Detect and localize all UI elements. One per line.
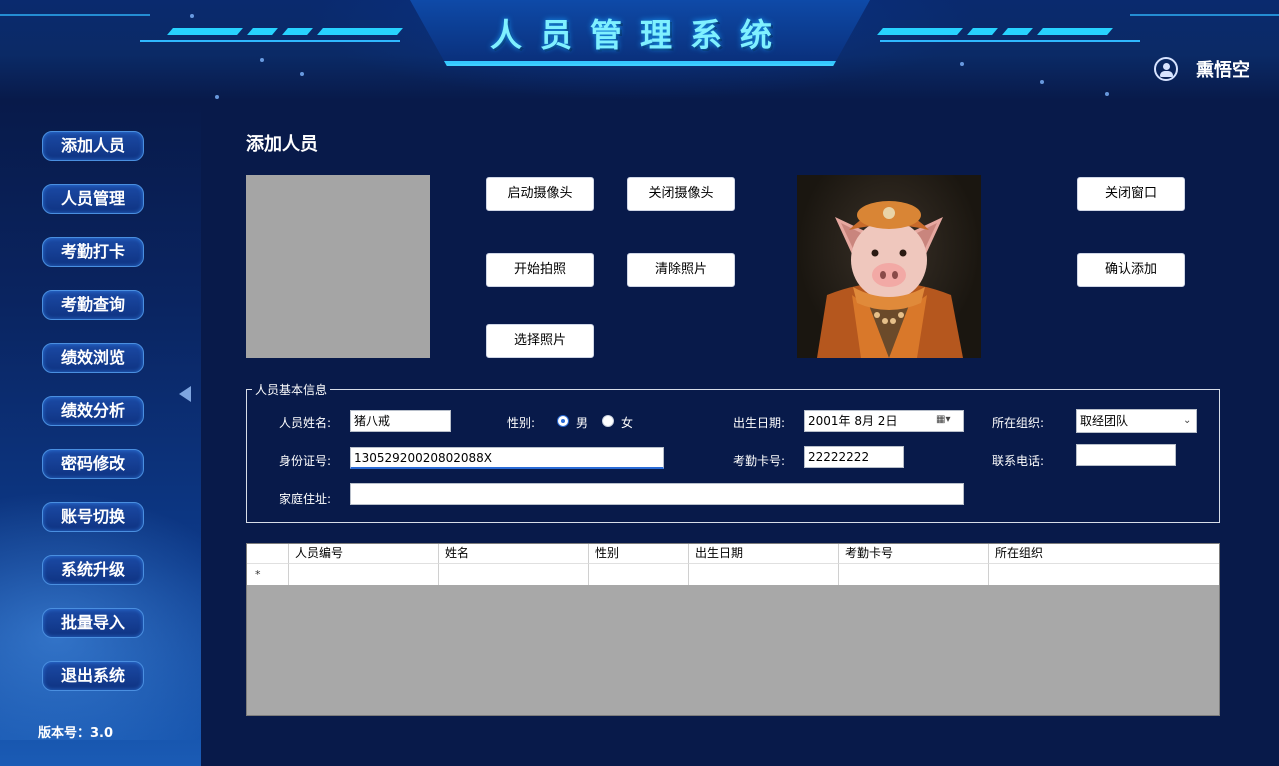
camera-preview bbox=[246, 175, 430, 358]
sidebar-item-system-upgrade[interactable]: 系统升级 bbox=[42, 555, 144, 585]
id-number-field[interactable]: 13052920020802088X bbox=[350, 447, 664, 469]
org-label: 所在组织: bbox=[992, 416, 1045, 430]
gender-male-radio[interactable] bbox=[557, 415, 569, 427]
basic-info-group-title: 人员基本信息 bbox=[252, 381, 331, 398]
row-header-corner bbox=[247, 544, 288, 563]
close-camera-button[interactable]: 关闭摄像头 bbox=[627, 177, 735, 211]
gender-label: 性别: bbox=[507, 416, 536, 430]
table-row-new[interactable]: * bbox=[247, 563, 1219, 585]
table-cell[interactable] bbox=[838, 563, 988, 585]
take-photo-button[interactable]: 开始拍照 bbox=[486, 253, 594, 287]
table-cell[interactable] bbox=[288, 563, 438, 585]
gender-female-radio[interactable] bbox=[602, 415, 614, 427]
address-field[interactable] bbox=[350, 483, 964, 505]
user-name: 熏悟空 bbox=[1196, 60, 1250, 81]
column-header[interactable]: 性别 bbox=[588, 544, 688, 563]
phone-field[interactable] bbox=[1076, 444, 1176, 466]
sidebar-item-performance-browse[interactable]: 绩效浏览 bbox=[42, 343, 144, 373]
table-cell[interactable] bbox=[438, 563, 588, 585]
table-cell[interactable] bbox=[688, 563, 838, 585]
confirm-add-button[interactable]: 确认添加 bbox=[1077, 253, 1185, 287]
table-cell[interactable] bbox=[588, 563, 688, 585]
person-photo bbox=[797, 175, 981, 358]
column-header[interactable]: 出生日期 bbox=[688, 544, 838, 563]
version-label: 版本号：3.0 bbox=[38, 726, 114, 741]
chevron-down-icon[interactable]: ⌄ bbox=[1183, 415, 1191, 426]
birth-date-value: 2001年 8月 2日 bbox=[808, 414, 898, 428]
table-header: 人员编号 姓名 性别 出生日期 考勤卡号 所在组织 bbox=[247, 544, 1219, 564]
gender-female-label: 女 bbox=[621, 416, 634, 430]
collapse-sidebar-icon[interactable] bbox=[179, 386, 191, 402]
column-header[interactable]: 考勤卡号 bbox=[838, 544, 988, 563]
name-label: 人员姓名: bbox=[279, 416, 332, 430]
start-camera-button[interactable]: 启动摄像头 bbox=[486, 177, 594, 211]
attendance-card-label: 考勤卡号: bbox=[733, 454, 786, 468]
gender-male-label: 男 bbox=[576, 416, 589, 430]
sidebar: 添加人员 人员管理 考勤打卡 考勤查询 绩效浏览 绩效分析 密码修改 账号切换 … bbox=[0, 100, 201, 766]
app-title: 人员管理系统 bbox=[489, 16, 790, 54]
phone-label: 联系电话: bbox=[992, 454, 1045, 468]
select-photo-button[interactable]: 选择照片 bbox=[486, 324, 594, 358]
calendar-icon[interactable]: ▦▾ bbox=[936, 414, 950, 425]
row-header[interactable]: * bbox=[247, 563, 288, 585]
table-cell[interactable] bbox=[988, 563, 1219, 585]
attendance-card-field[interactable]: 22222222 bbox=[804, 446, 904, 468]
page-title: 添加人员 bbox=[246, 134, 318, 155]
column-header[interactable]: 姓名 bbox=[438, 544, 588, 563]
org-select-value: 取经团队 bbox=[1080, 414, 1129, 428]
column-header[interactable]: 所在组织 bbox=[988, 544, 1219, 563]
sidebar-item-performance-analysis[interactable]: 绩效分析 bbox=[42, 396, 144, 426]
id-number-label: 身份证号: bbox=[279, 454, 332, 468]
sidebar-item-exit[interactable]: 退出系统 bbox=[42, 661, 144, 691]
birth-date-label: 出生日期: bbox=[733, 416, 786, 430]
sidebar-item-account-switch[interactable]: 账号切换 bbox=[42, 502, 144, 532]
close-window-button[interactable]: 关闭窗口 bbox=[1077, 177, 1185, 211]
sidebar-item-attendance-query[interactable]: 考勤查询 bbox=[42, 290, 144, 320]
new-row-marker: * bbox=[255, 568, 261, 581]
sidebar-item-person-manage[interactable]: 人员管理 bbox=[42, 184, 144, 214]
address-label: 家庭住址: bbox=[279, 492, 332, 506]
user-avatar-icon[interactable] bbox=[1154, 57, 1178, 81]
column-header[interactable]: 人员编号 bbox=[288, 544, 438, 563]
org-select[interactable]: 取经团队 bbox=[1076, 409, 1197, 433]
sidebar-item-batch-import[interactable]: 批量导入 bbox=[42, 608, 144, 638]
sidebar-item-password-change[interactable]: 密码修改 bbox=[42, 449, 144, 479]
sidebar-item-attendance-punch[interactable]: 考勤打卡 bbox=[42, 237, 144, 267]
user-area[interactable]: 熏悟空 bbox=[1154, 56, 1250, 82]
clear-photo-button[interactable]: 清除照片 bbox=[627, 253, 735, 287]
name-field[interactable]: 猪八戒 bbox=[350, 410, 451, 432]
sidebar-item-add-person[interactable]: 添加人员 bbox=[42, 131, 144, 161]
person-table[interactable]: 人员编号 姓名 性别 出生日期 考勤卡号 所在组织 * bbox=[246, 543, 1220, 716]
